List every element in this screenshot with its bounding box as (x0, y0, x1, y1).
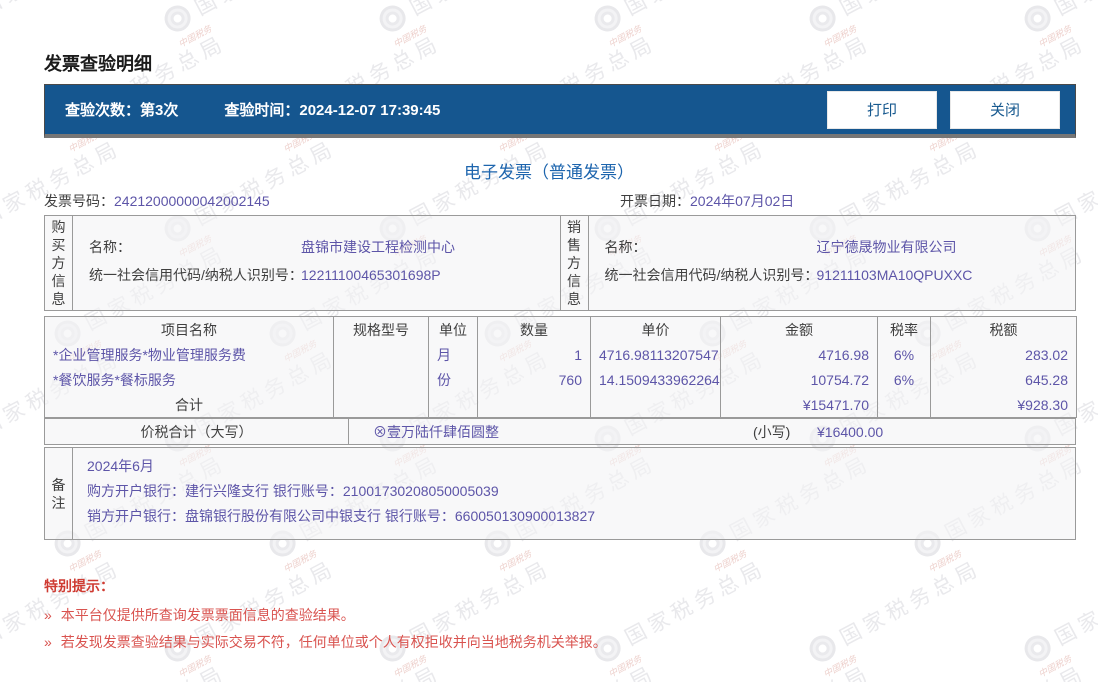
notice-title: 特别提示： (44, 578, 114, 594)
table-row: *企业管理服务*物业管理服务费 月 1 4716.98113207547 471… (45, 342, 1077, 368)
grand-total-value: ¥16400.00 (817, 423, 884, 440)
col-item-name: 项目名称 (161, 321, 217, 338)
toolbar: 查验次数：第3次 查验时间：2024-12-07 17:39:45 打印 关闭 (44, 84, 1076, 138)
invoice-title: 电子发票（普通发票） (464, 163, 634, 182)
print-button[interactable]: 打印 (827, 90, 937, 129)
check-time-label: 查验时间： (224, 102, 300, 119)
buyer-taxid-label: 统一社会信用代码/纳税人识别号： (89, 267, 303, 283)
items-total-label: 合计 (175, 396, 203, 413)
close-button[interactable]: 关闭 (950, 90, 1060, 129)
remarks-side-label: 备注 (45, 448, 73, 539)
col-tax-rate: 税率 (877, 316, 931, 343)
seller-taxid-label: 统一社会信用代码/纳税人识别号： (604, 267, 819, 283)
remarks-box: 备注 2024年6月 购方开户银行：建行兴隆支行 银行账号：2100173020… (44, 447, 1076, 540)
notice-item: » 若发现发票查验结果与实际交易不符，任何单位或个人有权拒收并向当地税务机关举报。 (44, 634, 607, 650)
page-title: 发票查验明细 (44, 54, 152, 74)
items-total-amount: ¥15471.70 (720, 392, 878, 418)
invoice-date: 开票日期：2024年07月02日 (620, 193, 795, 209)
check-count: 查验次数：第3次 (65, 99, 178, 120)
col-qty: 数量 (477, 316, 591, 343)
remarks-line: 销方开户银行：盘锦银行股份有限公司中银支行 银行账号：6600501309000… (87, 508, 596, 524)
col-tax: 税额 (930, 316, 1077, 343)
invoice-verification-page: 中国税务国家税务总局中国税务国家税务总局中国税务国家税务总局中国税务国家税务总局… (0, 0, 1098, 682)
check-time-value: 2024-12-07 17:39:45 (299, 102, 441, 119)
special-notice: 特别提示： » 本平台仅提供所查询发票票面信息的查验结果。 » 若发现发票查验结果与… (44, 576, 607, 650)
invoice-meta: 发票号码：24212000000042002145 开票日期：2024年07月0… (44, 191, 1076, 211)
items-total-tax: ¥928.30 (930, 392, 1077, 418)
seller-taxid-value: 91211103MA10QPUXXC (816, 267, 973, 283)
seller-info: 销售方信息 名称： 辽宁德晟物业有限公司 统一社会信用代码/纳税人识别号： 9121… (559, 216, 1076, 310)
seller-side-label: 销售方信息 (561, 216, 589, 310)
grand-total-words: ⊗壹万陆仟肆佰圆整 (373, 423, 499, 440)
party-box: 购买方信息 名称： 盘锦市建设工程检测中心 统一社会信用代码/纳税人识别号： 122… (44, 215, 1076, 311)
grand-total-row: 价税合计（大写） ⊗壹万陆仟肆佰圆整 (小写) ¥16400.00 (44, 418, 1076, 445)
check-count-label: 查验次数： (65, 102, 141, 119)
grand-total-small-label: (小写) (753, 423, 791, 440)
bullet-icon: » (44, 607, 52, 623)
seller-name-value: 辽宁德晟物业有限公司 (816, 239, 957, 255)
items-header-row: 项目名称 规格型号 单位 数量 单价 金额 税率 税额 (45, 316, 1077, 343)
table-row: *餐饮服务*餐标服务 份 760 14.1509433962264 10754.… (45, 367, 1077, 393)
notice-item: » 本平台仅提供所查询发票票面信息的查验结果。 (44, 607, 355, 623)
items-total-row: 合计 ¥15471.70 ¥928.30 (45, 392, 1077, 418)
remarks-line: 2024年6月 (87, 458, 154, 474)
buyer-name-label: 名称： (89, 239, 131, 255)
items-table: 项目名称 规格型号 单位 数量 单价 金额 税率 税额 *企业管理服务*物业管理… (44, 316, 1077, 418)
buyer-taxid-value: 12211100465301698P (301, 267, 441, 283)
invoice-number: 发票号码：24212000000042002145 (44, 193, 270, 209)
col-amount: 金额 (720, 316, 878, 343)
grand-total-label: 价税合计（大写） (45, 419, 349, 444)
check-count-value: 第3次 (140, 102, 179, 119)
col-spec: 规格型号 (333, 316, 429, 343)
buyer-name-value: 盘锦市建设工程检测中心 (301, 239, 455, 255)
seller-name-label: 名称： (604, 239, 647, 255)
col-unit: 单位 (428, 316, 478, 343)
col-price: 单价 (590, 316, 721, 343)
check-time: 查验时间：2024-12-07 17:39:45 (224, 99, 440, 120)
remarks-line: 购方开户银行：建行兴隆支行 银行账号：21001730208050005039 (87, 483, 499, 499)
bullet-icon: » (44, 634, 52, 650)
buyer-info: 购买方信息 名称： 盘锦市建设工程检测中心 统一社会信用代码/纳税人识别号： 122… (45, 216, 560, 310)
buyer-side-label: 购买方信息 (45, 216, 73, 310)
